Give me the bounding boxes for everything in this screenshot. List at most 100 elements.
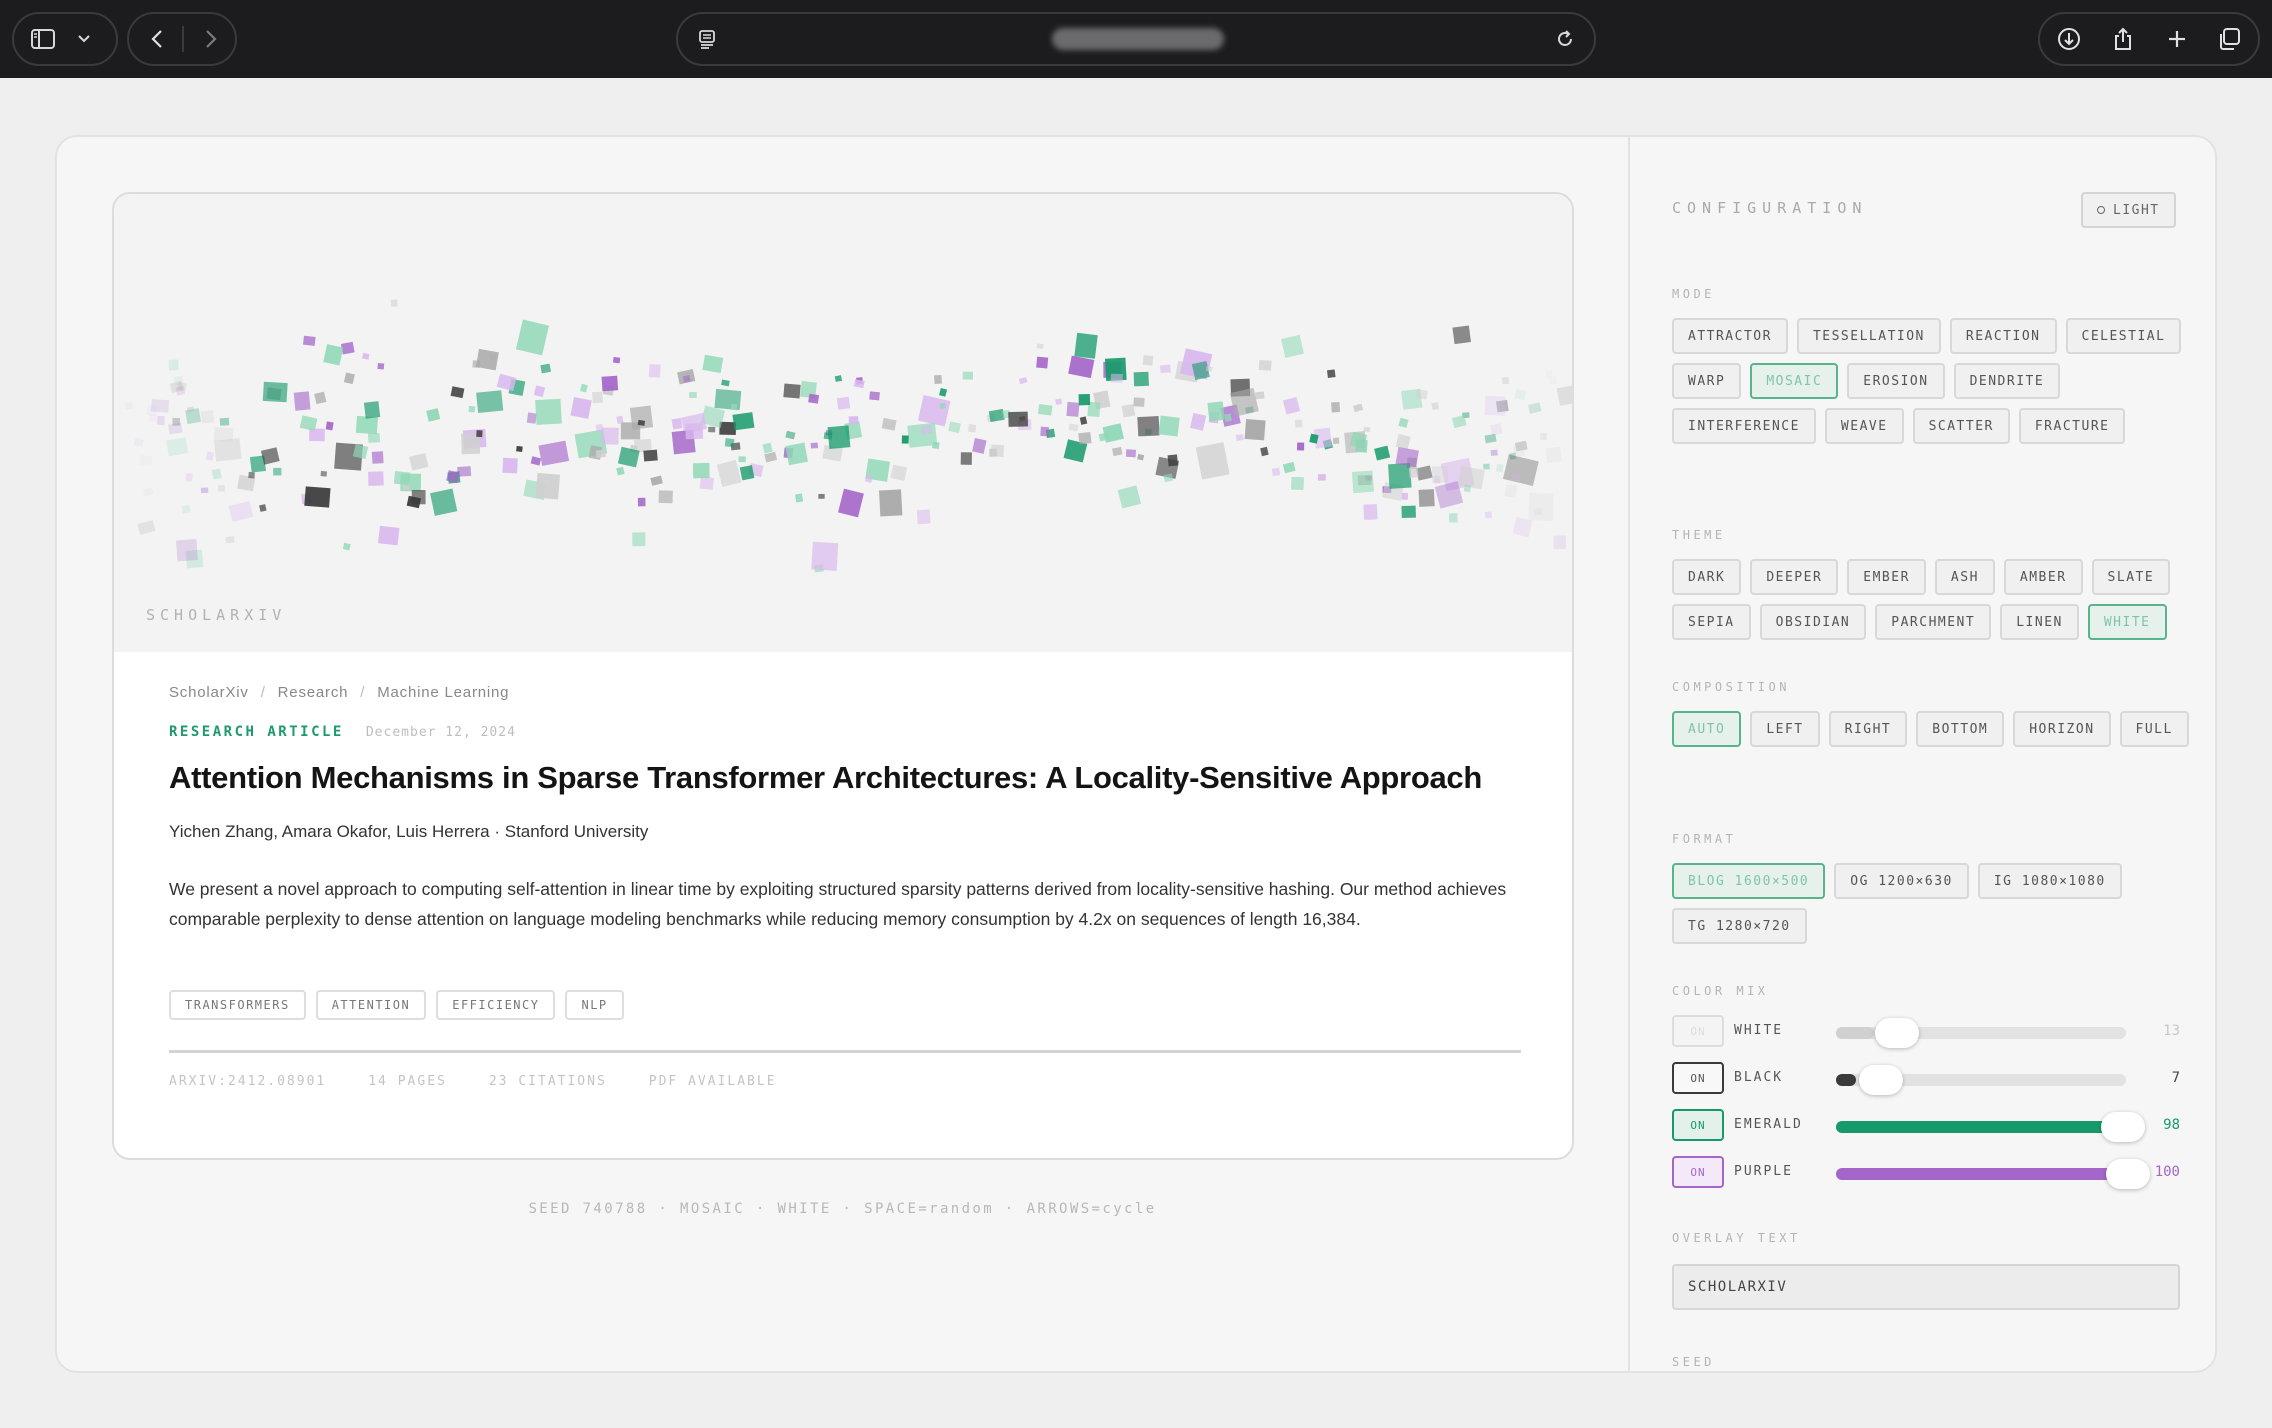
theme-option[interactable]: ASH bbox=[1934, 559, 1995, 595]
color-slider[interactable] bbox=[1836, 1065, 2126, 1095]
tag[interactable]: NLP bbox=[565, 990, 624, 1020]
mosaic-tile bbox=[939, 402, 947, 409]
mosaic-tile bbox=[1137, 415, 1160, 437]
chevron-down-icon[interactable] bbox=[64, 14, 104, 64]
color-toggle[interactable]: ON bbox=[1672, 1062, 1724, 1094]
composition-option[interactable]: AUTO bbox=[1672, 711, 1742, 747]
tag[interactable]: EFFICIENCY bbox=[436, 990, 556, 1020]
format-option[interactable]: BLOG 1600×500 bbox=[1672, 863, 1826, 899]
mosaic-tile bbox=[1326, 369, 1336, 378]
format-option[interactable]: TG 1280×720 bbox=[1672, 908, 1807, 944]
slider-knob[interactable] bbox=[2106, 1159, 2150, 1189]
slider-knob[interactable] bbox=[1858, 1065, 1903, 1095]
mosaic-tile bbox=[629, 405, 654, 430]
breadcrumb-item[interactable]: Research bbox=[278, 684, 349, 701]
format-option[interactable]: IG 1080×1080 bbox=[1977, 863, 2122, 899]
forward-icon[interactable] bbox=[185, 14, 235, 64]
color-slider[interactable] bbox=[1836, 1112, 2145, 1142]
mode-option[interactable]: DENDRITE bbox=[1953, 363, 2061, 399]
mosaic-tile bbox=[1452, 325, 1471, 345]
tag[interactable]: TRANSFORMERS bbox=[169, 990, 306, 1020]
tabs-icon[interactable] bbox=[2204, 14, 2254, 64]
theme-option[interactable]: SLATE bbox=[2091, 559, 2171, 595]
mode-option[interactable]: WEAVE bbox=[1824, 408, 1904, 444]
mode-option[interactable]: TESSELLATION bbox=[1796, 318, 1941, 354]
theme-option[interactable]: PARCHMENT bbox=[1875, 604, 1992, 640]
download-icon[interactable] bbox=[2044, 14, 2094, 64]
slider-knob[interactable] bbox=[1874, 1018, 1919, 1048]
color-slider[interactable] bbox=[1836, 1159, 2150, 1189]
reload-icon[interactable] bbox=[1540, 14, 1590, 64]
mosaic-tile bbox=[650, 475, 663, 486]
mode-option[interactable]: EROSION bbox=[1847, 363, 1945, 399]
composition-options: AUTO LEFT RIGHT BOTTOM HORIZON FULL bbox=[1672, 711, 2192, 747]
color-toggle[interactable]: ON bbox=[1672, 1109, 1724, 1141]
composition-option[interactable]: LEFT bbox=[1750, 711, 1820, 747]
mosaic-tile bbox=[916, 509, 931, 525]
new-tab-icon[interactable] bbox=[2152, 14, 2202, 64]
breadcrumb-item[interactable]: ScholarXiv bbox=[169, 684, 249, 701]
address-bar[interactable] bbox=[676, 12, 1596, 66]
reader-icon[interactable] bbox=[682, 14, 732, 64]
mosaic-tile bbox=[476, 430, 483, 438]
share-icon[interactable] bbox=[2098, 14, 2148, 64]
mosaic-tile bbox=[540, 363, 552, 374]
composition-option[interactable]: HORIZON bbox=[2013, 711, 2111, 747]
mosaic-tile bbox=[1205, 366, 1213, 372]
light-mode-button[interactable]: LIGHT bbox=[2081, 192, 2176, 228]
mosaic-tile bbox=[1501, 376, 1510, 385]
composition-option[interactable]: FULL bbox=[2119, 711, 2189, 747]
format-option[interactable]: OG 1200×630 bbox=[1834, 863, 1969, 899]
mode-option[interactable]: ATTRACTOR bbox=[1672, 318, 1788, 354]
slider-fill bbox=[1836, 1168, 2126, 1180]
app-frame: SCHOLARXIV ScholarXiv / Research / Machi… bbox=[55, 135, 2217, 1373]
mosaic-tile bbox=[1167, 454, 1179, 467]
color-slider[interactable] bbox=[1836, 1018, 2126, 1048]
mosaic-tile bbox=[1296, 442, 1305, 451]
mosaic-tile bbox=[476, 390, 504, 414]
mode-option[interactable]: WARP bbox=[1672, 363, 1742, 399]
mosaic-tile bbox=[637, 497, 646, 507]
overlay-text-input[interactable]: SCHOLARXIV bbox=[1672, 1264, 2180, 1310]
composition-option[interactable]: RIGHT bbox=[1828, 711, 1908, 747]
theme-option[interactable]: OBSIDIAN bbox=[1759, 604, 1867, 640]
mosaic-tile bbox=[739, 465, 755, 481]
theme-option[interactable]: DARK bbox=[1672, 559, 1742, 595]
mosaic-tile bbox=[938, 387, 948, 397]
tag[interactable]: ATTENTION bbox=[315, 990, 427, 1020]
mosaic-tile bbox=[836, 396, 851, 410]
mosaic-tile bbox=[1553, 535, 1567, 550]
mode-option[interactable]: MOSAIC bbox=[1750, 363, 1839, 399]
mode-option[interactable]: CELESTIAL bbox=[2065, 318, 2182, 354]
theme-option[interactable]: SEPIA bbox=[1672, 604, 1751, 640]
mosaic-tile bbox=[430, 488, 458, 516]
sidebar-icon[interactable] bbox=[18, 14, 68, 64]
color-toggle[interactable]: ON bbox=[1672, 1156, 1724, 1188]
slider-knob[interactable] bbox=[2100, 1112, 2145, 1142]
mosaic-tile bbox=[1254, 391, 1265, 400]
mosaic-tile bbox=[1037, 404, 1053, 416]
theme-option[interactable]: WHITE bbox=[2087, 604, 2167, 640]
theme-option[interactable]: AMBER bbox=[2003, 559, 2083, 595]
mosaic-tile bbox=[143, 487, 154, 497]
mosaic-tile bbox=[601, 427, 619, 445]
mosaic-tile bbox=[390, 299, 398, 307]
mosaic-tile bbox=[1110, 373, 1123, 383]
theme-option[interactable]: DEEPER bbox=[1750, 559, 1839, 595]
color-toggle[interactable]: ON bbox=[1672, 1015, 1724, 1047]
mosaic-tile bbox=[1395, 447, 1419, 468]
sidebar-control bbox=[12, 12, 118, 66]
theme-option[interactable]: LINEN bbox=[2000, 604, 2079, 640]
mosaic-tile bbox=[262, 381, 288, 403]
back-icon[interactable] bbox=[133, 14, 183, 64]
breadcrumb-item[interactable]: Machine Learning bbox=[377, 684, 509, 701]
composition-option[interactable]: BOTTOM bbox=[1916, 711, 2005, 747]
mosaic-tile bbox=[1548, 376, 1558, 386]
mode-option[interactable]: SCATTER bbox=[1912, 408, 2010, 444]
browser-toolbar bbox=[0, 0, 2272, 78]
mode-option[interactable]: REACTION bbox=[1949, 318, 2057, 354]
format-label: FORMAT bbox=[1672, 832, 1737, 846]
mode-option[interactable]: INTERFERENCE bbox=[1672, 408, 1816, 444]
mode-option[interactable]: FRACTURE bbox=[2018, 408, 2126, 444]
theme-option[interactable]: EMBER bbox=[1847, 559, 1926, 595]
